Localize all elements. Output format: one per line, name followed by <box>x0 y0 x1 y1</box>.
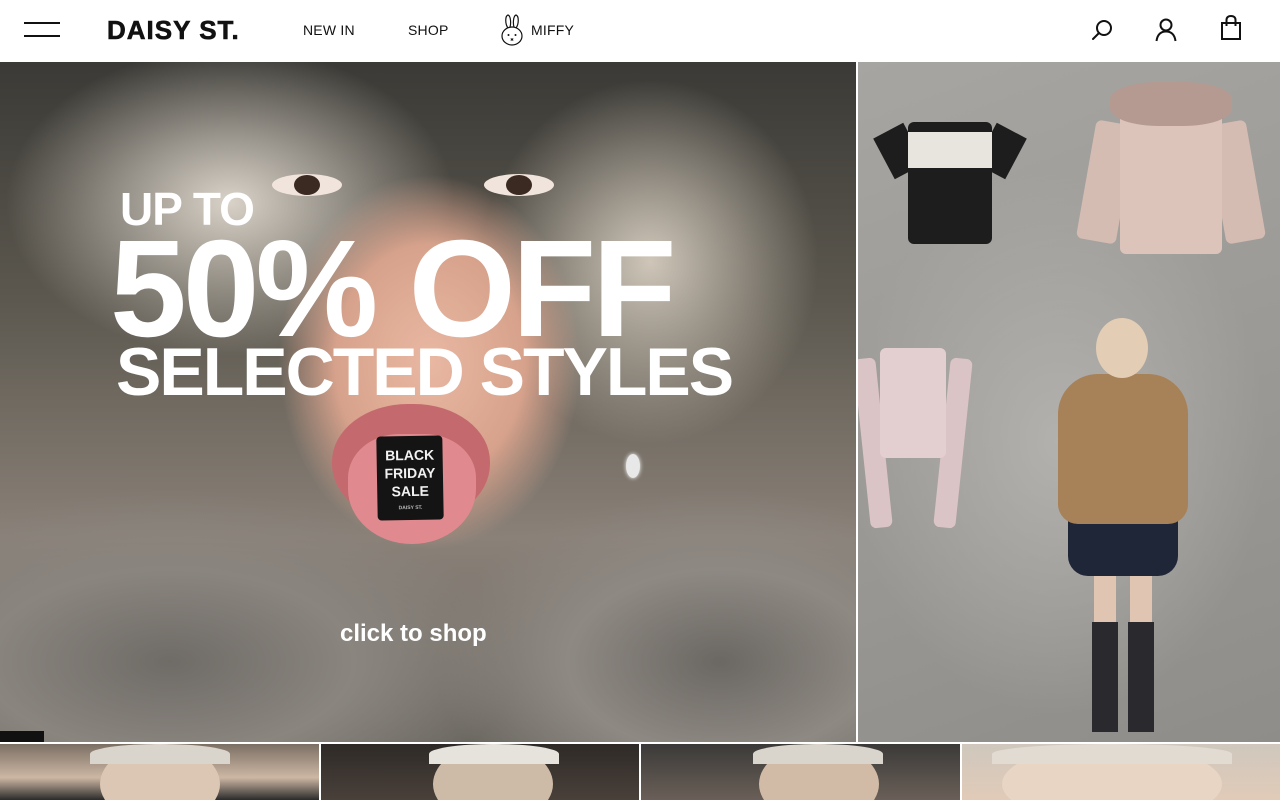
sweater-flatlay <box>873 112 1027 244</box>
tag-line: SALE <box>391 482 430 500</box>
promo-selected-styles: SELECTED STYLES <box>116 334 734 410</box>
hero-image-earring <box>626 454 640 478</box>
pink-fur-jacket-flatlay <box>1075 82 1267 262</box>
product-tile[interactable] <box>321 744 639 800</box>
miffy-bunny-icon <box>501 14 523 46</box>
nav-miffy[interactable]: MIFFY <box>500 14 574 46</box>
tag-line: FRIDAY <box>384 464 436 482</box>
search-icon[interactable] <box>1088 16 1116 44</box>
tag-line: BLACK <box>384 446 435 464</box>
hamburger-menu-icon[interactable] <box>24 20 60 40</box>
hero-banner-sale[interactable]: BLACK FRIDAY SALE DAISY ST. UP TO 50% OF… <box>0 62 856 742</box>
nav-new-in[interactable]: NEW IN <box>303 20 355 40</box>
site-header: DAISY ST. NEW IN SHOP MIFFY <box>0 0 1280 62</box>
nav-miffy-label: MIFFY <box>531 22 574 38</box>
pink-cardigan-flatlay <box>858 338 973 529</box>
shopping-bag-icon[interactable] <box>1217 14 1245 42</box>
hero-image-eye <box>272 174 342 196</box>
nav-shop[interactable]: SHOP <box>408 20 448 40</box>
product-tile[interactable] <box>0 744 319 800</box>
click-to-shop-link[interactable]: click to shop <box>340 622 487 646</box>
hero-lookbook-image[interactable] <box>858 62 1280 742</box>
black-friday-tag: BLACK FRIDAY SALE DAISY ST. <box>376 435 444 521</box>
slide-progress-indicator[interactable] <box>0 731 44 742</box>
product-tile[interactable] <box>962 744 1280 800</box>
model-figure <box>1048 318 1198 742</box>
product-tile[interactable] <box>641 744 960 800</box>
account-icon[interactable] <box>1152 16 1180 44</box>
tag-brand: DAISY ST. <box>398 504 423 512</box>
hero-image-eye <box>484 174 554 196</box>
brand-logo[interactable]: DAISY ST. <box>107 13 240 47</box>
